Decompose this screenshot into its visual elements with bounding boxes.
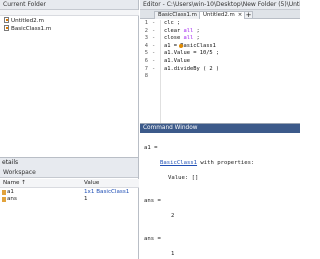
file-name: Untitled2.m [11, 18, 44, 24]
line-number: 7 [144, 65, 148, 72]
code-token: a1 = BasicClass1 [164, 42, 216, 49]
line-number: 4 [144, 42, 148, 49]
details-label: etails [2, 159, 19, 166]
breakpoint-dash[interactable]: - [152, 50, 155, 58]
code-line[interactable]: 8 [140, 73, 300, 81]
cw-ans1-value: 2 [171, 213, 175, 219]
code-line[interactable]: 4- a1 = BasicClass1 [140, 43, 300, 51]
tab-untitled2[interactable]: Untitled2.m × [199, 11, 247, 19]
m-file-icon [4, 25, 9, 31]
file-name: BasicClass1.m [11, 26, 52, 32]
code-token: clear [164, 27, 184, 34]
code-line[interactable]: 1- clc ; [140, 20, 300, 28]
workspace-title: Workspace [0, 168, 138, 178]
workspace-panel: Workspace Name ↑ Value a1 1x1 BasicClass… [0, 168, 139, 259]
editor-tabs: BasicClass1.m × Untitled2.m× + [140, 10, 300, 19]
cw-props-text: with properties: [197, 160, 255, 166]
variable-icon [2, 197, 6, 202]
code-token: ; [193, 27, 200, 34]
tab-label: Untitled2.m [203, 12, 235, 18]
current-folder-header [0, 10, 139, 16]
add-tab-button[interactable]: + [244, 11, 253, 19]
var-value: 1x1 BasicClass1 [84, 189, 130, 195]
variable-icon [2, 190, 6, 195]
cw-ans1-line: ans = [144, 198, 161, 204]
line-number: 6 [144, 58, 148, 64]
line-number: 5 [144, 50, 148, 57]
editor-panel: Editor - C:\Users\win-10\Desktop\New Fol… [140, 0, 300, 123]
warning-dot [179, 44, 183, 48]
code-line[interactable]: 7- a1.divideBy ( 2 ) [140, 66, 300, 74]
breakpoint-dash[interactable]: - [152, 28, 155, 36]
command-window[interactable]: Command Window a1 = BasicClass1 with pro… [140, 123, 300, 259]
breakpoint-dash[interactable]: - [152, 58, 155, 66]
code-text: a1.Value [164, 58, 190, 66]
cw-ans2-line: ans = [144, 236, 161, 242]
code-text: a1.divideBy ( 2 ) [164, 66, 219, 74]
line-number: 1 [144, 20, 148, 26]
current-folder-panel: Current Folder Untitled2.m BasicClass1.m [0, 0, 139, 157]
cw-ans2-value: 1 [171, 251, 175, 257]
breakpoint-dash[interactable]: - [152, 66, 155, 74]
code-text: clc ; [164, 20, 180, 28]
column-name[interactable]: Name ↑ [3, 180, 26, 187]
command-window-title: Command Window [140, 124, 300, 133]
file-untitled2[interactable]: Untitled2.m [4, 17, 44, 24]
keyword-token: all [183, 27, 194, 34]
class-link[interactable]: BasicClass1 [160, 160, 197, 166]
line-number: 2 [144, 27, 148, 34]
column-value[interactable]: Value [84, 180, 99, 187]
editor-title: Editor - C:\Users\win-10\Desktop\New Fol… [140, 0, 300, 10]
breakpoint-dash[interactable]: - [152, 20, 155, 28]
file-basicclass1[interactable]: BasicClass1.m [4, 25, 51, 32]
code-line[interactable]: 5- a1.Value = 10/5 ; [140, 50, 300, 58]
close-icon[interactable]: × [238, 12, 243, 18]
current-folder-title: Current Folder [0, 0, 138, 10]
cw-a1-line: a1 = [144, 145, 158, 151]
code-text: clear all ; [164, 28, 200, 36]
code-token: clc ; [164, 20, 181, 26]
line-number: 8 [144, 73, 148, 80]
code-line[interactable]: 2- clear all ; [140, 28, 300, 36]
code-token: a1.Value [164, 58, 190, 64]
workspace-row-a1[interactable]: a1 1x1 BasicClass1 [0, 189, 139, 196]
code-line[interactable]: 6- a1.Value [140, 58, 300, 66]
workspace-columns: Name ↑ Value [0, 179, 139, 188]
details-bar[interactable]: etails [0, 157, 139, 168]
line-number: 3 [144, 35, 148, 42]
cw-class-line: BasicClass1 with properties: [160, 160, 254, 167]
cw-value-line: Value: [] [168, 175, 199, 181]
code-line[interactable]: 3- close all ; [140, 35, 300, 43]
breakpoint-dash[interactable]: - [152, 43, 155, 51]
code-token: a1.Value = 10/5 ; [164, 50, 220, 57]
code-text: close all ; [164, 35, 200, 43]
workspace-row-ans[interactable]: ans 1 [0, 196, 139, 203]
var-name: a1 [7, 189, 14, 195]
var-value: 1 [84, 196, 88, 202]
keyword-token: all [183, 35, 194, 42]
m-file-icon [4, 17, 9, 23]
var-name: ans [7, 196, 17, 202]
tab-label: BasicClass1.m [158, 12, 197, 18]
code-text: a1 = BasicClass1 [164, 43, 216, 51]
breakpoint-dash[interactable]: - [152, 35, 155, 43]
code-token: close [164, 35, 184, 42]
code-text: a1.Value = 10/5 ; [164, 50, 219, 58]
code-token: a1.divideBy ( 2 ) [164, 65, 220, 72]
code-token: ; [193, 35, 200, 42]
